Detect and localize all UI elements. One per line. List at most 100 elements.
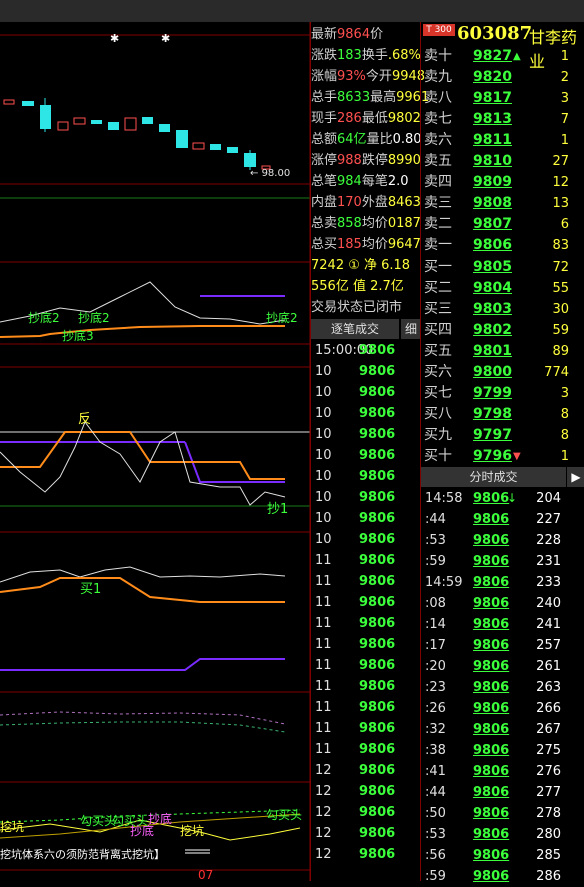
book-price: 9806 xyxy=(473,237,512,253)
quote-extra-value: .68% xyxy=(387,48,421,63)
trade-row: 11 9806 xyxy=(311,697,421,718)
tick-row: :17 9806 257 xyxy=(421,635,584,656)
market-badge: T 300 xyxy=(423,24,455,36)
ask-row[interactable]: 卖一 9806 83 xyxy=(421,235,584,256)
bid-row[interactable]: 买三 9803 30 xyxy=(421,299,584,320)
tick-price: 9806 xyxy=(473,638,510,653)
book-volume: 1 xyxy=(560,133,569,148)
tick-volume: 240 xyxy=(536,596,561,611)
tick-volume: 276 xyxy=(536,764,561,779)
tick-volume: 278 xyxy=(536,806,561,821)
trade-time: 10 xyxy=(315,511,332,526)
tick-volume: 285 xyxy=(536,848,561,863)
tick-row: :32 9806 267 xyxy=(421,719,584,740)
quote-note: 价 xyxy=(370,27,384,42)
trade-time: 11 xyxy=(315,595,332,610)
chart-footer-text: 挖坑体系六の须防范背离式挖坑】 xyxy=(0,848,165,861)
tick-price: 9806 xyxy=(473,533,510,548)
ask-row[interactable]: 卖九 9820 2 xyxy=(421,67,584,88)
tick-price: 9806 xyxy=(473,680,510,695)
quote-row: 现手286最低9802 xyxy=(311,108,421,129)
trade-price: 9806 xyxy=(359,784,396,799)
quote-row: 最新9864价 xyxy=(311,24,383,45)
book-volume: 7 xyxy=(560,112,569,127)
candlesticks xyxy=(3,98,271,170)
ask-row[interactable]: 卖二 9807 6 xyxy=(421,214,584,235)
trade-row: 10 9806 xyxy=(311,466,421,487)
tick-time: :41 xyxy=(425,764,446,779)
quote-label: 总笔 xyxy=(311,174,338,189)
book-side-label: 卖二 xyxy=(424,216,452,232)
ask-row[interactable]: 卖四 9809 12 xyxy=(421,172,584,193)
book-side-label: 买七 xyxy=(424,385,452,401)
book-side-label: 买四 xyxy=(424,322,452,338)
tick-row: :38 9806 275 xyxy=(421,740,584,761)
trade-time: 11 xyxy=(315,574,332,589)
trade-price: 9806 xyxy=(359,574,396,589)
tick-price: 9806 xyxy=(473,701,510,716)
tick-row: :14 9806 241 xyxy=(421,614,584,635)
bid-row[interactable]: 买八 9798 8 xyxy=(421,404,584,425)
quote-row: 总手8633最高9961 xyxy=(311,87,429,108)
quote-value: 9864 xyxy=(337,27,371,42)
bid-row[interactable]: 买一 9805 72 xyxy=(421,257,584,278)
trade-row: 10 9806 xyxy=(311,508,421,529)
book-volume: 2 xyxy=(560,70,569,85)
quote-label: 涨停 xyxy=(311,153,338,168)
quote-value: 988 xyxy=(337,153,362,168)
kline-chart-area[interactable]: ✱ ✱ ← 98.00 抄底2 抄底2 抄底2 抄底3 反 抄1 买1 勾买头 … xyxy=(0,22,311,882)
trade-time: 11 xyxy=(315,637,332,652)
up-arrow-icon: ▲ xyxy=(513,51,521,62)
quote-label: 总买 xyxy=(311,237,338,252)
book-side-label: 买五 xyxy=(424,343,452,359)
book-volume: 3 xyxy=(560,91,569,106)
ask-row[interactable]: 卖八 9817 3 xyxy=(421,88,584,109)
quote-row: 涨停988跌停8990 xyxy=(311,150,421,171)
book-side-label: 卖六 xyxy=(424,132,452,148)
tab-tick-trades[interactable]: 逐笔成交 xyxy=(311,319,399,339)
tick-row: :59 9806 231 xyxy=(421,551,584,572)
bid-row[interactable]: 买四 9802 59 xyxy=(421,320,584,341)
trade-price: 9806 xyxy=(359,511,396,526)
stock-code: 603087 xyxy=(457,23,533,44)
indicator3-purple xyxy=(0,658,285,671)
trade-row: 12 9806 xyxy=(311,760,421,781)
tab-detail[interactable]: 细 xyxy=(401,319,421,339)
signal-label: 反 xyxy=(78,412,92,427)
bid-row[interactable]: 买七 9799 3 xyxy=(421,383,584,404)
trade-time: 12 xyxy=(315,805,332,820)
bid-row[interactable]: 买九 9797 8 xyxy=(421,425,584,446)
quote-value: 93% xyxy=(337,69,366,84)
ask-row[interactable]: 卖十 9827 1 ▲ xyxy=(421,46,584,67)
trade-price: 9806 xyxy=(359,427,396,442)
bid-row[interactable]: 买五 9801 89 xyxy=(421,341,584,362)
trade-time: 10 xyxy=(315,448,332,463)
trade-price: 9806 xyxy=(359,847,396,862)
ask-row[interactable]: 卖七 9813 7 xyxy=(421,109,584,130)
ask-row[interactable]: 卖三 9808 13 xyxy=(421,193,584,214)
book-side-label: 买一 xyxy=(424,259,452,275)
indicator3-white xyxy=(0,566,286,583)
tab-timeshare-trades[interactable]: 分时成交 xyxy=(421,467,566,487)
quote-value: 984 xyxy=(337,174,362,189)
quote-note: 今开 xyxy=(365,69,392,84)
trade-price: 9806 xyxy=(359,553,396,568)
tick-row: :59 9806 286 xyxy=(421,866,584,887)
tick-time: :38 xyxy=(425,743,446,758)
book-volume: 1 xyxy=(560,449,569,464)
bid-row[interactable]: 买十 9796 1 ▼ xyxy=(421,446,584,467)
bid-row[interactable]: 买六 9800 774 xyxy=(421,362,584,383)
tick-row: :56 9806 285 xyxy=(421,845,584,866)
book-price: 9807 xyxy=(473,216,512,232)
tick-row: :26 9806 266 xyxy=(421,698,584,719)
trade-row: 12 9806 xyxy=(311,823,421,844)
trade-time: 12 xyxy=(315,784,332,799)
ask-row[interactable]: 卖六 9811 1 xyxy=(421,130,584,151)
tab-arrow-icon[interactable]: ▶ xyxy=(567,467,584,487)
ask-row[interactable]: 卖五 9810 27 xyxy=(421,151,584,172)
tick-time: 14:58 xyxy=(425,491,463,506)
tick-time: :26 xyxy=(425,701,446,716)
bid-row[interactable]: 买二 9804 55 xyxy=(421,278,584,299)
tick-volume: 241 xyxy=(536,617,561,632)
tick-row: :44 9806 277 xyxy=(421,782,584,803)
